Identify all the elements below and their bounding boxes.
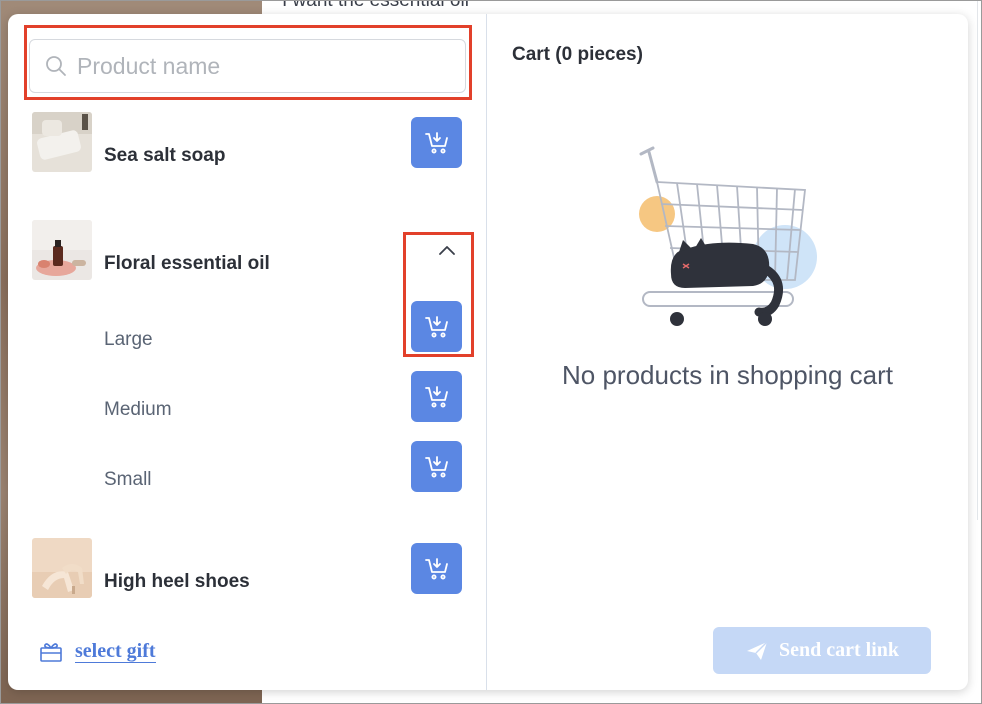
send-cart-link-button[interactable]: Send cart link — [713, 627, 931, 674]
variant-name: Large — [104, 329, 153, 350]
add-to-cart-icon — [424, 385, 448, 407]
product-name: Sea salt soap — [104, 145, 226, 166]
background-divider — [977, 0, 978, 520]
gift-icon — [40, 642, 62, 662]
floral-essential-oil-thumbnail — [32, 220, 92, 280]
paper-plane-icon — [746, 641, 768, 660]
send-cart-link-label: Send cart link — [778, 639, 900, 661]
search-box[interactable] — [29, 39, 466, 93]
product-picker-dialog: Sea salt soap Floral essential oil — [8, 14, 968, 690]
product-name: Floral essential oil — [104, 253, 270, 274]
add-to-cart-icon — [424, 557, 448, 579]
product-list-panel: Sea salt soap Floral essential oil — [8, 14, 487, 690]
add-to-cart-icon — [424, 131, 448, 153]
add-to-cart-button[interactable] — [411, 441, 462, 492]
add-to-cart-button[interactable] — [411, 371, 462, 422]
chat-message: I want the essential oil — [282, 0, 469, 11]
high-heel-shoes-thumbnail — [32, 538, 92, 598]
product-name: High heel shoes — [104, 571, 250, 592]
sea-salt-soap-thumbnail — [32, 112, 92, 172]
cart-title: Cart (0 pieces) — [512, 44, 643, 65]
search-icon — [46, 56, 66, 76]
cart-panel: Cart (0 pieces) No products in shopping … — [487, 14, 968, 690]
empty-cart-illustration — [639, 146, 817, 326]
select-gift-link[interactable]: select gift — [39, 640, 156, 663]
add-to-cart-button[interactable] — [411, 117, 462, 168]
chevron-up-icon — [439, 246, 455, 255]
add-to-cart-button[interactable] — [411, 543, 462, 594]
variant-name: Small — [104, 469, 152, 490]
add-to-cart-button[interactable] — [411, 301, 462, 352]
add-to-cart-icon — [424, 455, 448, 477]
collapse-toggle[interactable] — [437, 242, 457, 258]
select-gift-label: select gift — [75, 640, 156, 663]
empty-cart-message: No products in shopping cart — [562, 360, 893, 390]
variant-name: Medium — [104, 399, 172, 420]
add-to-cart-icon — [424, 315, 448, 337]
search-input[interactable] — [75, 51, 439, 81]
